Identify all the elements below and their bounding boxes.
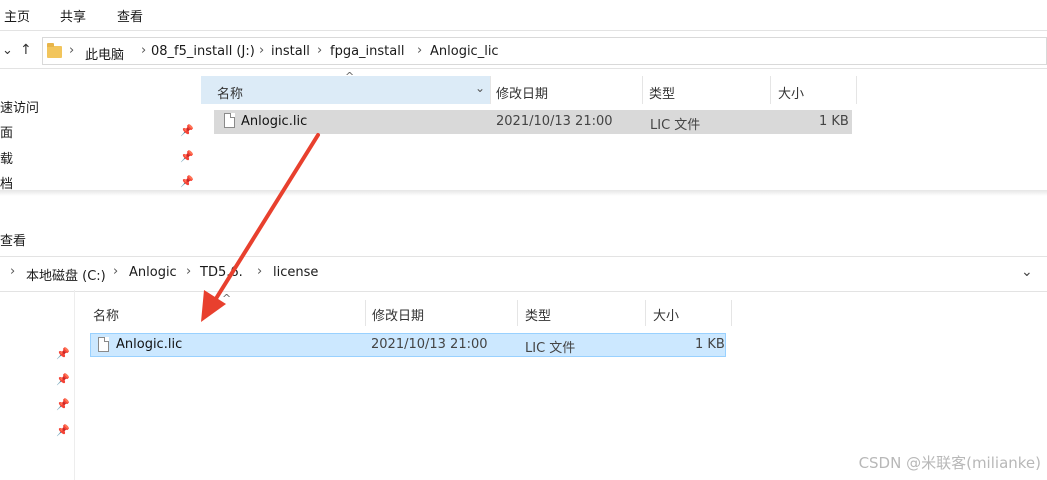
red-arrow-shaft — [210, 133, 320, 307]
watermark: CSDN @米联客(milianke) — [858, 454, 1041, 472]
red-arrow — [201, 133, 320, 322]
red-arrow-head — [201, 290, 226, 322]
